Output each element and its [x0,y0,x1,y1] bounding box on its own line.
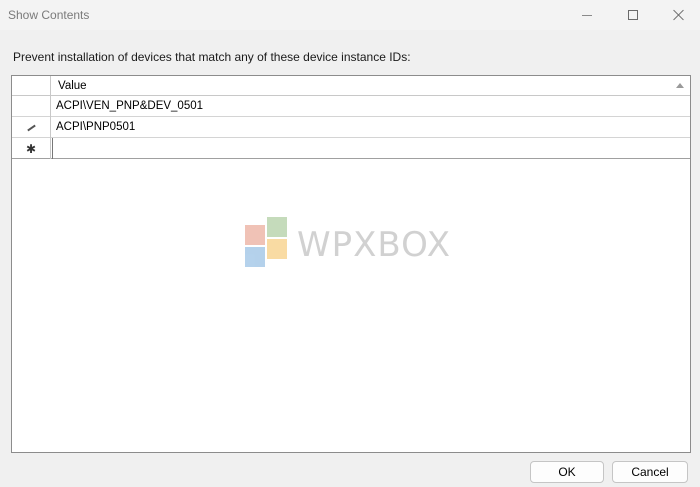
pencil-icon [26,124,36,131]
grid-header: Value [12,76,690,96]
watermark-logo-icon [267,217,287,237]
minimize-button[interactable] [564,0,610,30]
minimize-icon [582,14,592,16]
watermark-text: WPXBOX [297,225,452,265]
value-cell[interactable]: ACPI\VEN_PNP&DEV_0501 [52,96,690,117]
watermark-logo-icon [267,239,287,259]
sort-arrow-icon [676,83,684,88]
value-cell[interactable]: ACPI\PNP0501 [52,117,690,138]
column-header-value[interactable]: Value [58,80,87,92]
watermark-logo-icon [245,225,265,245]
new-row-star-icon: ✱ [25,141,37,156]
new-row[interactable]: ✱ [12,138,690,159]
close-icon [673,9,685,21]
table-row[interactable]: ACPI\PNP0501 [12,117,690,138]
row-header[interactable] [12,96,51,117]
row-header[interactable] [12,117,51,138]
row-header[interactable]: ✱ [12,138,51,159]
watermark-logo-icon [245,247,265,267]
close-button[interactable] [656,0,700,30]
title-bar: Show Contents [0,0,700,30]
instructions-label: Prevent installation of devices that mat… [13,50,411,64]
window-title: Show Contents [8,8,90,22]
select-all-corner[interactable] [12,76,51,96]
new-value-cell[interactable] [52,138,690,159]
watermark: WPXBOX [243,215,463,271]
maximize-icon [628,10,638,20]
table-row[interactable]: ACPI\VEN_PNP&DEV_0501 [12,96,690,117]
dialog-footer: OK Cancel [0,453,700,487]
ok-button[interactable]: OK [530,461,604,483]
cancel-button[interactable]: Cancel [612,461,688,483]
maximize-button[interactable] [610,0,656,30]
